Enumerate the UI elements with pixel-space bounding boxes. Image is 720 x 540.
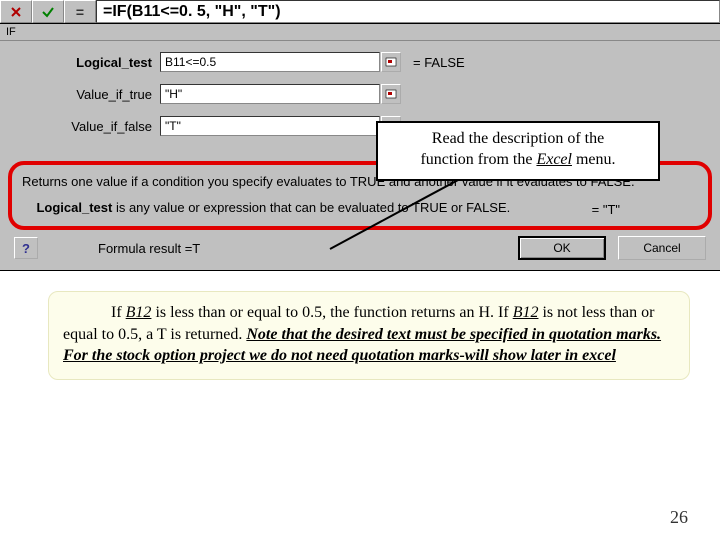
value-if-true-input[interactable] [160, 84, 380, 104]
function-wizard-button[interactable]: = [64, 0, 96, 23]
cancel-formula-button[interactable] [0, 0, 32, 23]
ref-select-button[interactable] [381, 84, 401, 104]
value-if-false-input[interactable] [160, 116, 380, 136]
cancel-button[interactable]: Cancel [618, 236, 706, 260]
dialog-arg-result: = "T" [592, 202, 620, 217]
svg-text:?: ? [22, 241, 30, 255]
callout-tail [320, 177, 470, 257]
page-number: 26 [670, 507, 688, 528]
confirm-formula-button[interactable] [32, 0, 64, 23]
ref-select-button[interactable] [381, 52, 401, 72]
arg-label-value-if-false: Value_if_false [10, 119, 160, 134]
formula-result-label: Formula result =T [98, 241, 200, 256]
arg-label-value-if-true: Value_if_true [10, 87, 160, 102]
arg-row-value-if-true: Value_if_true [10, 83, 710, 105]
explanatory-note: If B12 is less than or equal to 0.5, the… [48, 291, 690, 380]
help-button[interactable]: ? [14, 237, 38, 259]
formula-input[interactable]: =IF(B11<=0. 5, "H", "T") [96, 0, 720, 23]
logical-test-result: = FALSE [413, 55, 465, 70]
arg-label-logical-test: Logical_test [10, 55, 160, 70]
function-name-label: IF [0, 24, 720, 41]
formula-bar: = =IF(B11<=0. 5, "H", "T") [0, 0, 720, 24]
callout-box: Read the description of the function fro… [376, 121, 660, 181]
logical-test-input[interactable] [160, 52, 380, 72]
arg-row-logical-test: Logical_test = FALSE [10, 51, 710, 73]
ok-button[interactable]: OK [518, 236, 606, 260]
function-arguments-dialog: IF Logical_test = FALSE Value_if_true Va… [0, 24, 720, 271]
